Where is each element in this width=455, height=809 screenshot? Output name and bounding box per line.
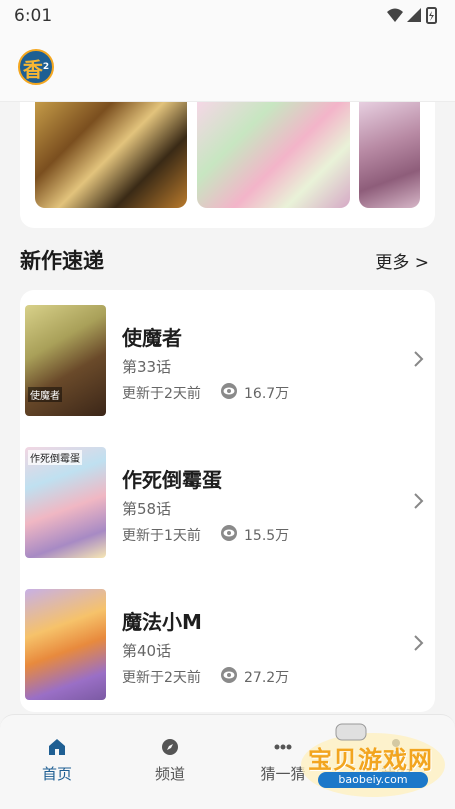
nav-label: 首页 (41, 765, 72, 783)
home-icon (49, 739, 65, 755)
banner-item[interactable] (197, 102, 350, 208)
more-link[interactable]: 更多 > (375, 248, 429, 273)
comic-updated: 更新于1天前 (122, 528, 201, 544)
comic-episode: 第40话 (122, 642, 172, 660)
view-count: 16.7万 (244, 386, 290, 402)
watermark-text: 宝贝游戏网 (308, 746, 433, 774)
comic-list: 使魔者 使魔者 第33话 更新于2天前 16.7万 作死倒霉蛋 作死倒霉蛋 第5… (20, 290, 435, 712)
app-logo[interactable]: 香2 (18, 49, 54, 85)
eye-icon (221, 667, 237, 683)
app-header: 香2 (0, 34, 455, 102)
comic-list-item[interactable]: 魔法小M 第40话 更新于2天前 27.2万 (20, 574, 435, 700)
comic-episode: 第33话 (122, 358, 172, 376)
watermark-logo: 宝贝游戏网 baobeiy.com (298, 720, 448, 800)
section-title: 新作速递 (20, 249, 104, 273)
nav-label: 频道 (154, 765, 185, 783)
cover-text: 作死倒霉蛋 (28, 450, 82, 465)
status-bar: 6:01 (0, 0, 455, 34)
wifi-icon (387, 8, 403, 22)
signal-icon (407, 8, 421, 22)
status-time: 6:01 (14, 6, 53, 26)
dots-icon (274, 744, 292, 750)
banner-carousel[interactable] (20, 102, 435, 228)
logo-text: 香 (22, 57, 43, 82)
comic-cover[interactable]: 作死倒霉蛋 (25, 447, 106, 558)
comic-updated: 更新于2天前 (122, 386, 201, 402)
eye-icon (221, 383, 237, 399)
eye-icon (221, 525, 237, 541)
comic-cover[interactable] (25, 589, 106, 700)
cover-text: 使魔者 (28, 387, 62, 402)
compass-icon (162, 739, 178, 755)
comic-title: 魔法小M (122, 610, 202, 634)
banner-item[interactable] (35, 102, 187, 208)
view-count: 27.2万 (244, 670, 290, 686)
comic-updated: 更新于2天前 (122, 670, 201, 686)
comic-episode: 第58话 (122, 500, 172, 518)
watermark-url: baobeiy.com (318, 772, 428, 788)
comic-title: 使魔者 (122, 326, 182, 350)
logo-sup: 2 (42, 62, 50, 72)
view-count: 15.5万 (244, 528, 290, 544)
comic-cover[interactable]: 使魔者 (25, 305, 106, 416)
status-icons (387, 7, 437, 24)
comic-list-item[interactable]: 使魔者 使魔者 第33话 更新于2天前 16.7万 (20, 290, 435, 416)
chevron-right-icon[interactable] (413, 350, 425, 368)
section-header: 新作速递 更多 > (20, 243, 435, 277)
nav-item-home[interactable]: 首页 (17, 737, 97, 787)
chevron-right-icon[interactable] (413, 634, 425, 652)
comic-title: 作死倒霉蛋 (122, 468, 222, 492)
banner-item[interactable] (359, 102, 420, 208)
nav-item-channel[interactable]: 频道 (130, 737, 210, 787)
comic-list-item[interactable]: 作死倒霉蛋 作死倒霉蛋 第58话 更新于1天前 15.5万 (20, 432, 435, 558)
chevron-right-icon[interactable] (413, 492, 425, 510)
